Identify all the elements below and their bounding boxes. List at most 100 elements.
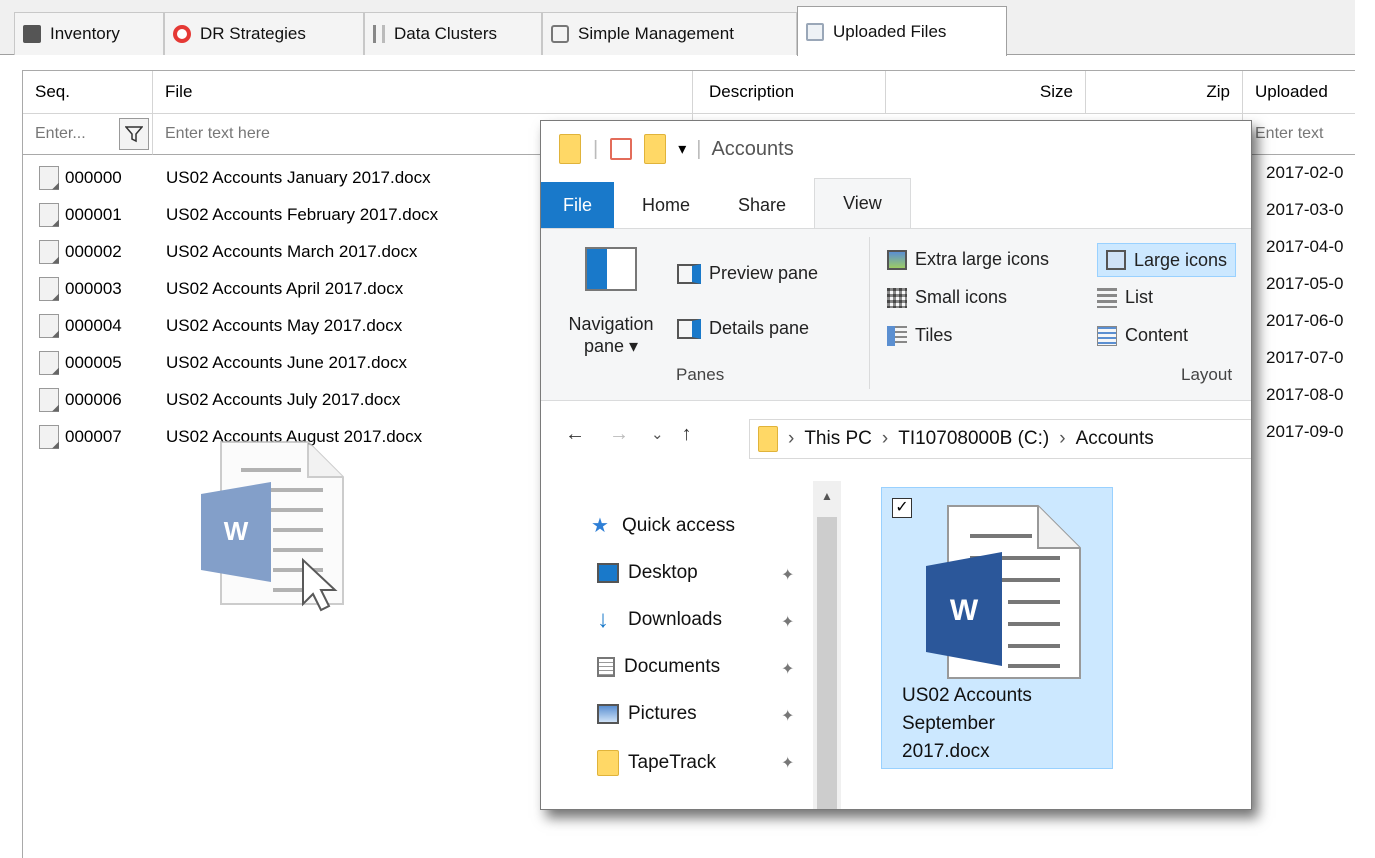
uploaded-date: 2017-08-0 — [1266, 385, 1344, 404]
details-pane-button[interactable]: Details pane — [677, 318, 809, 339]
folder-icon — [597, 750, 619, 776]
folder-icon — [758, 426, 778, 452]
table-row[interactable]: 000000 US02 Accounts January 2017.docx — [23, 159, 563, 196]
properties-icon[interactable] — [610, 138, 633, 160]
dragged-word-document-icon: W — [183, 432, 353, 612]
svg-text:W: W — [950, 594, 979, 627]
pin-icon: ✦ — [781, 567, 795, 584]
forward-button[interactable]: → — [609, 423, 629, 446]
list-icon — [1097, 287, 1117, 308]
scrollbar-thumb[interactable] — [817, 517, 837, 809]
up-button[interactable]: ↑ — [682, 423, 692, 446]
column-header-uploaded[interactable]: Uploaded — [1243, 71, 1363, 113]
inventory-icon — [23, 25, 41, 43]
preview-pane-button[interactable]: Preview pane — [677, 263, 818, 284]
small-icons-icon — [887, 287, 907, 308]
filter-uploaded-input[interactable]: Enter text — [1243, 113, 1363, 155]
details-pane-icon — [677, 318, 701, 339]
preview-pane-icon — [677, 263, 701, 284]
document-icon — [39, 350, 59, 375]
table-row[interactable]: 000005 US02 Accounts June 2017.docx — [23, 344, 563, 381]
uploaded-date: 2017-07-0 — [1266, 348, 1344, 367]
tiles-option[interactable]: Tiles — [887, 325, 952, 346]
tab-dr-strategies[interactable]: DR Strategies — [164, 12, 364, 55]
nav-item-tapetrack[interactable]: TapeTrack — [597, 750, 716, 776]
path-separator: › — [788, 428, 795, 449]
tab-uploaded-files[interactable]: Uploaded Files — [797, 6, 1007, 56]
uploaded-date: 2017-06-0 — [1266, 311, 1344, 330]
pin-icon: ✦ — [781, 661, 795, 678]
ribbon-tab-file[interactable]: File — [541, 182, 615, 228]
ribbon-tab-view[interactable]: View — [814, 178, 911, 228]
selected-file-tile[interactable]: ✓ W US02 Accounts September 2017.docx — [881, 487, 1113, 769]
navigation-pane-button[interactable]: Navigation pane ▾ — [551, 241, 671, 361]
back-button[interactable]: ← — [565, 423, 585, 446]
folder-icon — [806, 22, 824, 41]
documents-icon — [597, 657, 615, 677]
new-folder-icon[interactable] — [644, 134, 667, 164]
extra-large-icons-option[interactable]: Extra large icons — [887, 249, 1049, 270]
scroll-up-icon[interactable]: ▲ — [821, 489, 833, 503]
document-icon — [39, 424, 59, 449]
clock-icon — [551, 25, 569, 43]
tab-data-clusters[interactable]: Data Clusters — [364, 12, 542, 55]
path-separator: › — [881, 428, 889, 449]
ribbon-view: Navigation pane ▾ Preview pane Details p… — [541, 229, 1251, 401]
column-header-size[interactable]: Size — [886, 71, 1086, 113]
table-row[interactable]: 000002 US02 Accounts March 2017.docx — [23, 233, 563, 270]
ribbon-tab-home[interactable]: Home — [614, 182, 718, 228]
navigation-pane-icon — [585, 247, 637, 291]
column-header-file[interactable]: File — [153, 71, 693, 113]
customize-toolbar-icon[interactable]: ▾ — [678, 139, 686, 159]
nav-item-quick-access[interactable]: ★ Quick access — [591, 515, 735, 537]
extra-large-icons-icon — [887, 249, 907, 270]
breadcrumb-accounts[interactable]: Accounts — [1076, 428, 1154, 450]
ribbon-tabs: File Home Share View — [541, 178, 1251, 229]
cluster-icon — [373, 25, 385, 43]
tab-inventory[interactable]: Inventory — [14, 12, 164, 55]
document-icon — [39, 165, 59, 190]
table-row[interactable]: 000004 US02 Accounts May 2017.docx — [23, 307, 563, 344]
nav-item-documents[interactable]: Documents — [597, 656, 720, 678]
group-label-panes: Panes — [676, 365, 725, 384]
tab-simple-management[interactable]: Simple Management — [542, 12, 797, 55]
content-option[interactable]: Content — [1097, 325, 1188, 346]
window-title: Accounts — [711, 137, 794, 160]
table-row[interactable]: 000003 US02 Accounts April 2017.docx — [23, 270, 563, 307]
nav-pane-scrollbar[interactable]: ▲ — [813, 481, 841, 809]
lifebuoy-icon — [173, 25, 191, 43]
word-document-icon: W — [926, 505, 1081, 679]
uploaded-date: 2017-09-0 — [1266, 422, 1344, 441]
small-icons-option[interactable]: Small icons — [887, 287, 1007, 308]
tab-strip: Inventory DR Strategies Data Clusters Si… — [0, 0, 1362, 56]
uploaded-date: 2017-03-0 — [1266, 200, 1344, 219]
nav-item-pictures[interactable]: Pictures — [597, 703, 697, 725]
column-header-description[interactable]: Description — [693, 71, 886, 113]
recent-locations-button[interactable]: ⌄ — [651, 425, 664, 443]
table-row[interactable]: 000006 US02 Accounts July 2017.docx — [23, 381, 563, 418]
download-icon: ↓ — [597, 606, 609, 633]
ribbon-tab-share[interactable]: Share — [718, 182, 806, 228]
svg-text:W: W — [224, 516, 249, 546]
path-separator: › — [1059, 428, 1066, 449]
large-icons-option[interactable]: Large icons — [1097, 243, 1237, 277]
address-box[interactable]: › This PC › TI10708000B (C:) › Accounts — [749, 419, 1251, 459]
filter-funnel-icon[interactable] — [119, 118, 149, 150]
breadcrumb-this-pc[interactable]: This PC — [804, 428, 872, 450]
group-separator — [869, 237, 870, 389]
nav-item-desktop[interactable]: Desktop — [597, 562, 698, 584]
nav-item-downloads[interactable]: ↓ Downloads — [597, 606, 722, 633]
column-header-seq[interactable]: Seq. — [23, 71, 153, 113]
breadcrumb-drive[interactable]: TI10708000B (C:) — [898, 428, 1049, 450]
star-icon: ★ — [591, 515, 609, 537]
navigation-pane-label: Navigation — [568, 314, 654, 334]
navigation-pane: ★ Quick access Desktop ✦ ↓ Downloads ✦ Doc… — [541, 465, 843, 809]
toolbar-divider: | — [696, 137, 702, 160]
content-icon — [1097, 325, 1117, 346]
pin-icon: ✦ — [781, 708, 795, 725]
table-row[interactable]: 000001 US02 Accounts February 2017.docx — [23, 196, 563, 233]
selected-file-name: US02 Accounts September 2017.docx — [902, 685, 1032, 762]
list-option[interactable]: List — [1097, 287, 1153, 308]
uploaded-date: 2017-05-0 — [1266, 274, 1344, 293]
column-header-zip[interactable]: Zip — [1086, 71, 1243, 113]
